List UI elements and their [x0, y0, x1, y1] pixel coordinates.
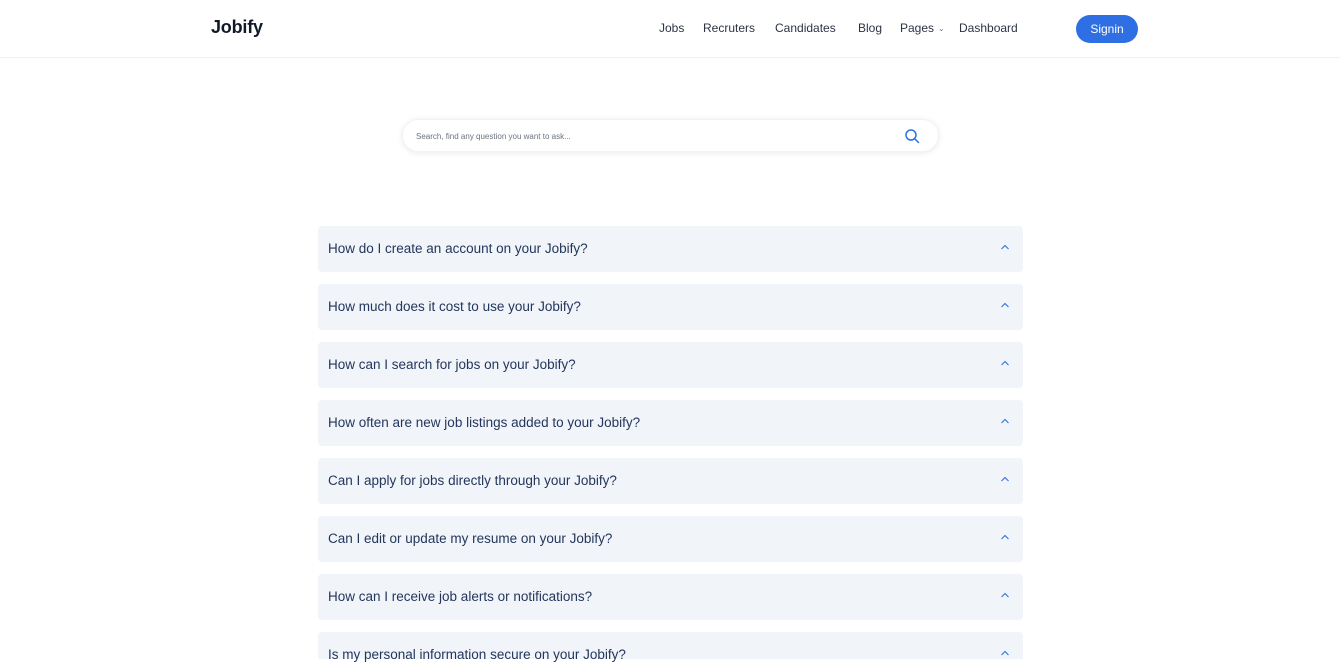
nav-item-recruters[interactable]: Recruters: [703, 21, 755, 35]
faq-item[interactable]: Is my personal information secure on you…: [318, 632, 1023, 662]
nav-item-dashboard[interactable]: Dashboard: [959, 21, 1018, 35]
faq-item[interactable]: How do I create an account on your Jobif…: [318, 226, 1023, 272]
faq-question: Can I apply for jobs directly through yo…: [328, 473, 617, 488]
chevron-down-icon: ⌄: [938, 24, 945, 33]
nav-item-pages[interactable]: Pages ⌄: [900, 21, 945, 35]
faq-search-bar: [402, 119, 939, 152]
chevron-up-icon[interactable]: [1000, 243, 1010, 251]
nav-item-jobs[interactable]: Jobs: [659, 21, 684, 35]
nav-item-candidates[interactable]: Candidates: [775, 21, 836, 35]
faq-question: Is my personal information secure on you…: [328, 647, 626, 662]
nav-item-blog[interactable]: Blog: [858, 21, 882, 35]
faq-item[interactable]: How can I search for jobs on your Jobify…: [318, 342, 1023, 388]
faq-item[interactable]: How can I receive job alerts or notifica…: [318, 574, 1023, 620]
faq-item[interactable]: How often are new job listings added to …: [318, 400, 1023, 446]
chevron-up-icon[interactable]: [1000, 591, 1010, 599]
faq-question: Can I edit or update my resume on your J…: [328, 531, 613, 546]
nav-item-pages-label: Pages: [900, 21, 935, 35]
chevron-up-icon[interactable]: [1000, 359, 1010, 367]
faq-question: How can I search for jobs on your Jobify…: [328, 357, 576, 372]
faq-question: How much does it cost to use your Jobify…: [328, 299, 581, 314]
faq-item[interactable]: Can I apply for jobs directly through yo…: [318, 458, 1023, 504]
chevron-up-icon[interactable]: [1000, 475, 1010, 483]
faq-item[interactable]: How much does it cost to use your Jobify…: [318, 284, 1023, 330]
chevron-up-icon[interactable]: [1000, 533, 1010, 541]
site-header: Jobify Jobs Recruters Candidates Blog Pa…: [0, 0, 1340, 58]
search-icon[interactable]: [904, 128, 920, 144]
brand-logo[interactable]: Jobify: [211, 17, 263, 38]
faq-item[interactable]: Can I edit or update my resume on your J…: [318, 516, 1023, 562]
faq-question: How can I receive job alerts or notifica…: [328, 589, 593, 604]
faq-question: How often are new job listings added to …: [328, 415, 641, 430]
chevron-up-icon[interactable]: [1000, 649, 1010, 657]
faq-question: How do I create an account on your Jobif…: [328, 241, 588, 256]
search-input[interactable]: [416, 128, 886, 144]
chevron-up-icon[interactable]: [1000, 417, 1010, 425]
signin-button[interactable]: Signin: [1076, 15, 1138, 43]
chevron-up-icon[interactable]: [1000, 301, 1010, 309]
